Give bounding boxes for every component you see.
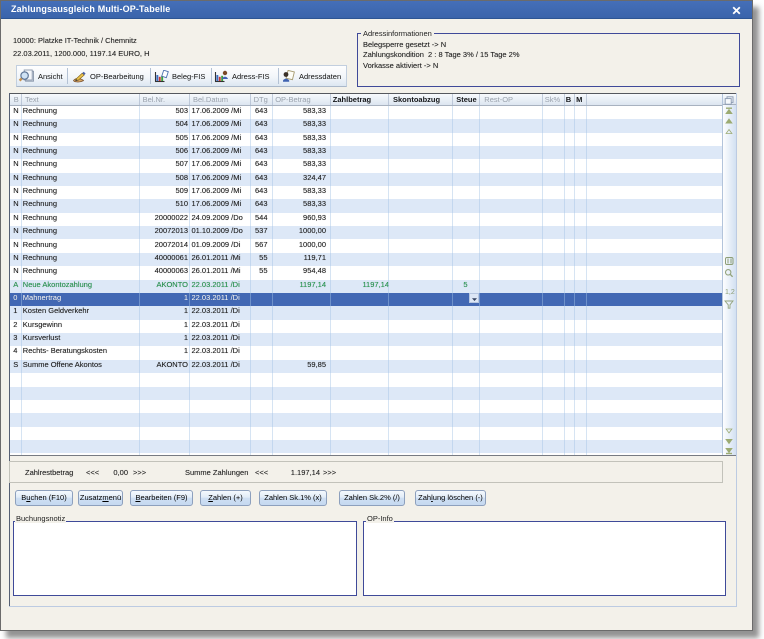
svg-text:1,2: 1,2 [725,289,735,296]
